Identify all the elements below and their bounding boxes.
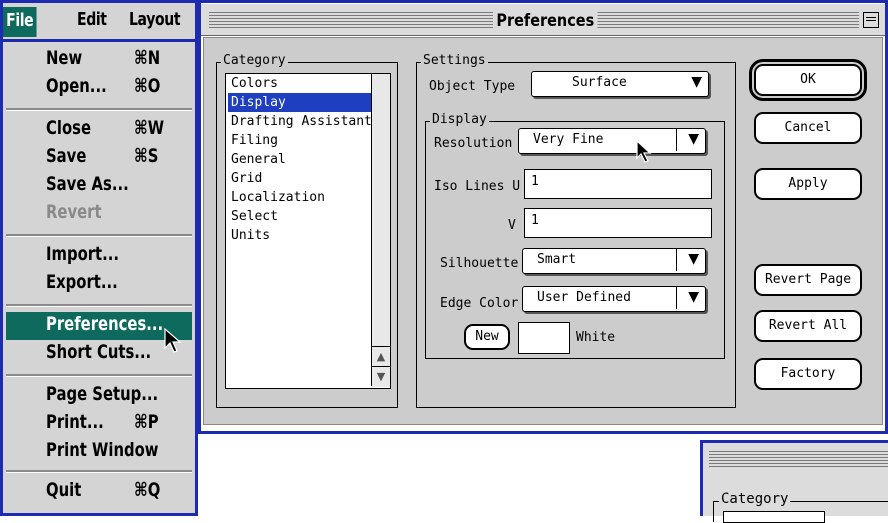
category-list[interactable]: [723, 511, 825, 523]
second-preferences-window: Category: [700, 440, 888, 523]
iso-lines-v-label: V: [508, 218, 516, 233]
factory-button[interactable]: Factory: [754, 358, 862, 390]
titlebar-stripes: [709, 451, 888, 467]
dialog-body: Category Colors Display Drafting Assista…: [203, 37, 883, 425]
menu-bar: File Edit Layout: [0, 0, 198, 42]
iso-lines-u-input[interactable]: 1: [524, 169, 712, 199]
menu-item-import[interactable]: Import...: [6, 242, 192, 268]
apply-button[interactable]: Apply: [754, 168, 862, 200]
new-color-button[interactable]: New: [464, 324, 510, 350]
revert-page-button[interactable]: Revert Page: [754, 264, 862, 296]
menu-item-print-window[interactable]: Print Window: [6, 438, 192, 464]
file-menu: New ⌘N Open... ⌘O Close ⌘W Save ⌘S Save As..…: [0, 42, 198, 516]
menu-item-close[interactable]: Close ⌘W: [6, 116, 192, 142]
menu-separator: [6, 374, 192, 377]
mouse-pointer-icon: [164, 328, 182, 353]
resolution-popup[interactable]: Very Fine ▼: [518, 128, 706, 154]
menu-file[interactable]: File: [3, 7, 37, 37]
popup-arrow-icon: ▼: [691, 74, 702, 90]
menu-item-export[interactable]: Export...: [6, 270, 192, 296]
menu-item-quit[interactable]: Quit ⌘Q: [6, 478, 192, 504]
scroll-up-icon[interactable]: ▲: [372, 346, 390, 367]
scroll-down-icon[interactable]: ▼: [372, 366, 390, 387]
category-group: Category Colors Display Drafting Assista…: [216, 53, 398, 408]
category-item-units[interactable]: Units: [228, 226, 376, 245]
category-item-filing[interactable]: Filing: [228, 131, 376, 150]
menu-item-new[interactable]: New ⌘N: [6, 46, 192, 72]
category-item-general[interactable]: General: [228, 150, 376, 169]
popup-arrow-icon: ▼: [688, 289, 699, 305]
object-type-label: Object Type: [429, 79, 516, 94]
menu-item-save-as[interactable]: Save As...: [6, 172, 192, 198]
revert-all-button[interactable]: Revert All: [754, 310, 862, 342]
object-type-popup[interactable]: Surface ▼: [531, 71, 709, 97]
category-item-grid[interactable]: Grid: [228, 169, 376, 188]
menu-edit[interactable]: Edit: [77, 9, 107, 30]
ok-button[interactable]: OK: [749, 59, 867, 101]
mouse-pointer-icon: [636, 140, 652, 163]
color-name: White: [576, 330, 616, 345]
menu-separator: [6, 108, 192, 111]
menu-item-open[interactable]: Open... ⌘O: [6, 74, 192, 100]
settings-group: Settings Object Type Surface ▼ Display R…: [416, 53, 736, 408]
color-swatch[interactable]: [518, 322, 570, 354]
category-list[interactable]: Colors Display Drafting Assistant Filing…: [225, 73, 391, 389]
category-item-colors[interactable]: Colors: [228, 74, 376, 93]
menu-separator: [6, 234, 192, 237]
display-label: Display: [430, 112, 489, 127]
menu-layout[interactable]: Layout: [129, 9, 181, 30]
cancel-button[interactable]: Cancel: [754, 112, 862, 144]
menu-item-save[interactable]: Save ⌘S: [6, 144, 192, 170]
display-group: Display Resolution Very Fine ▼ Iso Lines…: [425, 112, 725, 359]
iso-lines-u-label: Iso Lines U: [434, 179, 521, 194]
resolution-label: Resolution: [434, 136, 513, 151]
menu-item-print[interactable]: Print... ⌘P: [6, 410, 192, 436]
settings-label: Settings: [421, 53, 488, 68]
menu-item-revert: Revert: [46, 201, 102, 223]
category-label: Category: [719, 491, 791, 507]
menu-item-page-setup[interactable]: Page Setup...: [6, 382, 192, 408]
menu-separator: [6, 470, 192, 473]
silhouette-popup[interactable]: Smart ▼: [522, 248, 706, 274]
popup-arrow-icon: ▼: [688, 251, 699, 267]
silhouette-label: Silhouette: [440, 256, 519, 271]
edge-color-label: Edge Color: [440, 296, 519, 311]
edge-color-popup[interactable]: User Defined ▼: [522, 286, 706, 312]
category-item-display[interactable]: Display: [228, 93, 376, 112]
category-item-select[interactable]: Select: [228, 207, 376, 226]
dialog-titlebar[interactable]: Preferences: [201, 4, 885, 36]
category-label: Category: [221, 53, 288, 68]
category-item-localization[interactable]: Localization: [228, 188, 376, 207]
zoom-box-icon[interactable]: [863, 12, 879, 28]
iso-lines-v-input[interactable]: 1: [524, 208, 712, 238]
category-scrollbar[interactable]: ▲ ▼: [371, 74, 390, 387]
popup-arrow-icon: ▼: [688, 131, 699, 147]
dialog-title: Preferences: [493, 11, 598, 31]
category-item-drafting-assistant[interactable]: Drafting Assistant: [228, 112, 376, 131]
menu-separator: [6, 304, 192, 307]
